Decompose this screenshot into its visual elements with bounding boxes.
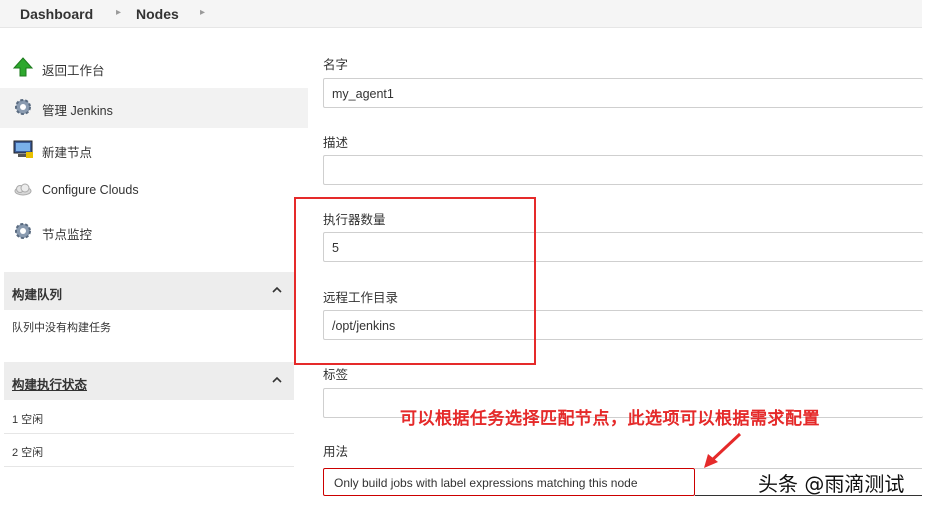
- sidebar: 返回工作台 管理 Jenkins 新建节点 Configure Clouds 节…: [0, 28, 308, 507]
- executor-row: 2 空闲: [4, 435, 294, 467]
- sidebar-item-configure-clouds[interactable]: Configure Clouds: [0, 171, 308, 211]
- sidebar-item-back-to-dashboard[interactable]: 返回工作台: [0, 48, 308, 88]
- executors-header[interactable]: 构建执行状态: [4, 362, 294, 400]
- name-value: my_agent1: [332, 87, 394, 101]
- breadcrumb-dashboard[interactable]: Dashboard: [20, 6, 93, 22]
- sidebar-item-new-node[interactable]: 新建节点: [0, 130, 308, 170]
- up-arrow-icon: [12, 56, 34, 78]
- labels-label: 标签: [323, 368, 349, 382]
- chevron-up-icon[interactable]: [270, 372, 284, 386]
- breadcrumb-separator-icon[interactable]: ▸: [200, 7, 205, 18]
- breadcrumb-separator-icon[interactable]: ▸: [116, 7, 121, 18]
- executor-row: 1 空闲: [4, 402, 294, 434]
- usage-selected-value: Only build jobs with label expressions m…: [334, 476, 638, 490]
- highlight-box: [294, 197, 536, 365]
- annotation-arrow-icon: [700, 430, 746, 470]
- breadcrumb: Dashboard ▸ Nodes ▸: [0, 0, 922, 28]
- executor-status: 2 空闲: [12, 447, 44, 459]
- sidebar-item-label: 新建节点: [42, 146, 93, 160]
- usage-label: 用法: [323, 445, 349, 459]
- breadcrumb-nodes[interactable]: Nodes: [136, 6, 179, 22]
- build-queue-header[interactable]: 构建队列: [4, 272, 294, 310]
- description-label: 描述: [323, 136, 349, 150]
- build-queue-empty: 队列中没有构建任务: [4, 310, 294, 342]
- executor-status: 1 空闲: [12, 414, 44, 426]
- computer-icon: [12, 138, 34, 160]
- sidebar-item-node-monitoring[interactable]: 节点监控: [0, 212, 308, 252]
- sidebar-item-label: Configure Clouds: [42, 183, 139, 197]
- build-queue-title: 构建队列: [12, 288, 63, 302]
- sidebar-item-manage-jenkins[interactable]: 管理 Jenkins: [0, 88, 308, 128]
- annotation-text: 可以根据任务选择匹配节点，此选项可以根据需求配置: [400, 409, 820, 429]
- executors-title[interactable]: 构建执行状态: [12, 374, 87, 393]
- usage-select[interactable]: Only build jobs with label expressions m…: [323, 468, 695, 496]
- chevron-up-icon[interactable]: [270, 282, 284, 296]
- name-input[interactable]: my_agent1: [323, 78, 923, 108]
- sidebar-item-label: 管理 Jenkins: [42, 104, 113, 118]
- description-input[interactable]: [323, 155, 923, 185]
- name-label: 名字: [323, 58, 349, 72]
- sidebar-item-label: 返回工作台: [42, 64, 105, 78]
- build-queue-empty-text: 队列中没有构建任务: [12, 322, 111, 334]
- cloud-icon: [12, 179, 34, 201]
- watermark: 头条 @雨滴测试: [758, 472, 905, 496]
- sidebar-item-label: 节点监控: [42, 228, 93, 242]
- gear-icon: [12, 96, 34, 118]
- gear-icon: [12, 220, 34, 242]
